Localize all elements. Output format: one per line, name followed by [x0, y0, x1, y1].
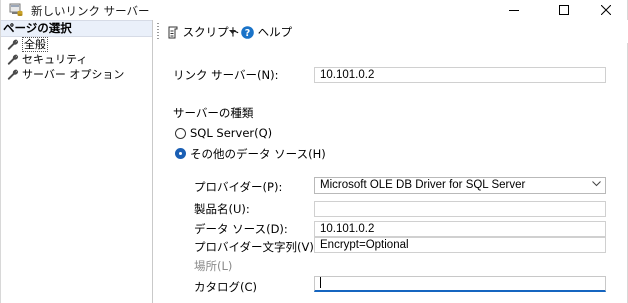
- dropdown-arrow-icon: [229, 30, 236, 34]
- toolbar-grip: [157, 23, 159, 39]
- catalog-label: カタログ(C): [194, 280, 258, 294]
- data-source-input[interactable]: 10.101.0.2: [314, 221, 606, 237]
- close-button[interactable]: [583, 0, 628, 20]
- page-item-server-options[interactable]: サーバー オプション: [1, 67, 152, 82]
- minimize-icon: [509, 10, 519, 11]
- title-bar: 新しいリンク サーバー: [1, 0, 627, 20]
- linked-server-label: リンク サーバー(N):: [173, 68, 279, 82]
- page-selection-pane: ページの選択 全般 セキュリティ サーバー オプション: [1, 20, 153, 303]
- location-label: 場所(L): [194, 259, 233, 273]
- other-data-source-radio-label[interactable]: その他のデータ ソース(H): [190, 146, 326, 162]
- provider-label: プロバイダー(P):: [194, 180, 283, 194]
- wrench-icon: [7, 54, 19, 65]
- wrench-icon: [7, 39, 19, 50]
- new-linked-server-dialog: 新しいリンク サーバー ページの選択 全般 セキュリティ サーバー オプション …: [0, 0, 628, 303]
- other-data-source-radio[interactable]: [175, 148, 186, 159]
- toolbar: スクリプト ? ヘルプ: [154, 20, 628, 43]
- help-button[interactable]: ? ヘルプ: [241, 24, 292, 40]
- wrench-icon: [7, 69, 19, 80]
- maximize-icon: [559, 5, 569, 15]
- page-item-general[interactable]: 全般: [1, 37, 152, 52]
- provider-selected-value: Microsoft OLE DB Driver for SQL Server: [320, 179, 526, 191]
- help-icon: ?: [241, 26, 254, 39]
- maximize-button[interactable]: [541, 0, 587, 20]
- page-selection-header: ページの選択: [1, 20, 152, 37]
- product-name-input[interactable]: [314, 201, 606, 217]
- provider-string-input[interactable]: Encrypt=Optional: [314, 237, 606, 253]
- provider-string-label: プロバイダー文字列(V):: [194, 240, 318, 254]
- text-caret: [320, 277, 321, 289]
- minimize-button[interactable]: [491, 0, 537, 20]
- window-title: 新しいリンク サーバー: [31, 4, 150, 18]
- page-item-security[interactable]: セキュリティ: [1, 52, 152, 67]
- close-icon: [601, 5, 611, 15]
- sql-server-radio[interactable]: [175, 128, 186, 139]
- script-icon: [168, 26, 178, 39]
- product-name-label: 製品名(U):: [194, 202, 250, 216]
- provider-select[interactable]: Microsoft OLE DB Driver for SQL Server: [314, 177, 606, 194]
- catalog-input[interactable]: [314, 276, 606, 292]
- script-dropdown-button[interactable]: [229, 24, 236, 40]
- server-type-label: サーバーの種類: [173, 106, 254, 120]
- linked-server-input[interactable]: 10.101.0.2: [314, 67, 606, 83]
- page-item-label: 全般: [22, 37, 48, 52]
- page-item-label: サーバー オプション: [22, 68, 125, 81]
- sql-server-radio-label[interactable]: SQL Server(Q): [190, 126, 272, 140]
- general-page-form: リンク サーバー(N): 10.101.0.2 サーバーの種類 SQL Serv…: [154, 43, 628, 303]
- svg-text:?: ?: [245, 28, 251, 39]
- database-link-icon: [9, 3, 23, 17]
- data-source-label: データ ソース(D):: [194, 222, 288, 236]
- help-button-label: ヘルプ: [257, 25, 293, 39]
- page-item-label: セキュリティ: [22, 53, 88, 66]
- chevron-down-icon: [592, 181, 601, 187]
